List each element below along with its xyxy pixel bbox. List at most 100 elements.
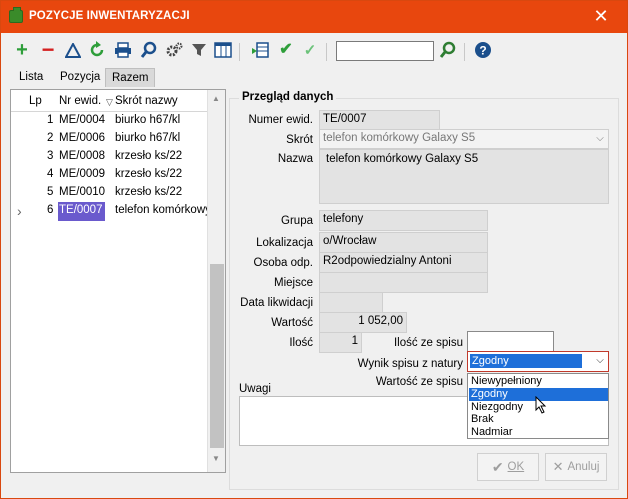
cell-nr: ME/0010 bbox=[59, 186, 106, 198]
toolbar: + − ✔ ✓ ? bbox=[1, 34, 627, 66]
wynik-select[interactable]: Zgodny ⌵ bbox=[467, 351, 609, 372]
chevron-down-icon[interactable]: ⌵ bbox=[594, 133, 606, 145]
column-header-nr[interactable]: Nr ewid. bbox=[59, 95, 101, 107]
scroll-up-icon[interactable]: ▲ bbox=[212, 94, 220, 103]
close-button[interactable]: ✕ bbox=[589, 7, 613, 27]
warning-icon[interactable] bbox=[63, 40, 83, 60]
numer-label: Numer ewid. bbox=[248, 114, 313, 126]
lokalizacja-field: o/Wrocław bbox=[319, 232, 488, 253]
grupa-field: telefony bbox=[319, 210, 488, 231]
briefcase-icon bbox=[9, 7, 23, 23]
cell-lp: 1 bbox=[47, 114, 54, 126]
osoba-field: R2odpowiedzialny Antoni bbox=[319, 252, 488, 273]
table-row[interactable]: 3 ME/0008 krzesło ks/22 bbox=[11, 148, 207, 166]
cell-skrot: telefon komórkowy bbox=[115, 204, 211, 216]
option-niewypelniony[interactable]: Niewypełniony bbox=[469, 375, 608, 388]
ilosc-spisu-label: Ilość ze spisu bbox=[393, 337, 463, 349]
scroll-down-icon[interactable]: ▼ bbox=[212, 454, 220, 463]
tab-pozycja[interactable]: Pozycja bbox=[54, 68, 106, 87]
cell-skrot: krzesło ks/22 bbox=[115, 168, 183, 180]
cell-nr: ME/0004 bbox=[59, 114, 106, 126]
option-brak[interactable]: Brak bbox=[469, 413, 608, 426]
scroll-thumb[interactable] bbox=[210, 264, 224, 448]
cell-lp: 3 bbox=[47, 150, 54, 162]
miejsce-field bbox=[319, 272, 488, 293]
option-nadmiar[interactable]: Nadmiar bbox=[469, 426, 608, 439]
cell-lp: 2 bbox=[47, 132, 54, 144]
nazwa-field: telefon komórkowy Galaxy S5 bbox=[319, 149, 609, 204]
cell-skrot: biurko h67/kl bbox=[115, 114, 181, 126]
miejsce-label: Miejsce bbox=[274, 277, 313, 289]
settings-icon[interactable] bbox=[164, 40, 184, 60]
remove-icon[interactable]: − bbox=[38, 39, 58, 61]
table-row[interactable]: 5 ME/0010 krzesło ks/22 bbox=[11, 184, 207, 202]
ilosc-spisu-input[interactable] bbox=[467, 331, 554, 352]
ilosc-field: 1 bbox=[319, 332, 362, 353]
refresh-icon[interactable] bbox=[87, 40, 107, 60]
tab-razem[interactable]: Razem bbox=[105, 68, 156, 87]
row-indicator-icon: › bbox=[17, 203, 22, 219]
data-likwidacji-label: Data likwidacji bbox=[240, 297, 313, 309]
columns-icon[interactable] bbox=[213, 40, 233, 60]
cell-lp: 5 bbox=[47, 186, 54, 198]
search-input[interactable] bbox=[336, 41, 434, 61]
data-likwidacji-field bbox=[319, 292, 383, 313]
check-icon: ✔ bbox=[491, 458, 504, 475]
grid-scrollbar[interactable]: ▲ ▼ bbox=[207, 90, 225, 472]
sort-desc-icon: ▽ bbox=[106, 97, 113, 107]
cancel-button[interactable]: ✕ Anuluj bbox=[545, 453, 607, 481]
cell-lp: 4 bbox=[47, 168, 54, 180]
ilosc-label: Ilość bbox=[289, 337, 313, 349]
table-row[interactable]: 1 ME/0004 biurko h67/kl bbox=[11, 112, 207, 130]
column-header-skrot[interactable]: Skrót nazwy bbox=[115, 95, 178, 107]
wartosc-label: Wartość bbox=[271, 317, 313, 329]
grupa-label: Grupa bbox=[281, 215, 313, 227]
chevron-down-icon[interactable]: ⌵ bbox=[594, 355, 606, 367]
help-icon[interactable]: ? bbox=[473, 40, 493, 60]
cell-nr: ME/0006 bbox=[59, 132, 106, 144]
group-title: Przegląd danych bbox=[239, 91, 337, 103]
uwagi-label: Uwagi bbox=[239, 383, 271, 395]
wartosc-field: 1 052,00 bbox=[319, 312, 407, 333]
table-row[interactable]: 2 ME/0006 biurko h67/kl bbox=[11, 130, 207, 148]
wartosc-spisu-label: Wartość ze spisu bbox=[375, 376, 463, 388]
dialog-window: POZYCJE INWENTARYZACJI ✕ + − ✔ ✓ ? Lista… bbox=[0, 0, 628, 499]
positions-grid: Lp Nr ewid. ▽ Skrót nazwy 1 ME/0004 biur… bbox=[10, 89, 226, 473]
wynik-value: Zgodny bbox=[470, 354, 582, 368]
cell-skrot: krzesło ks/22 bbox=[115, 186, 183, 198]
search-icon[interactable] bbox=[139, 40, 159, 60]
cell-skrot: krzesło ks/22 bbox=[115, 150, 183, 162]
svg-text:?: ? bbox=[479, 44, 486, 58]
toolbar-separator bbox=[464, 43, 465, 61]
tab-lista[interactable]: Lista bbox=[13, 68, 49, 87]
cancel-label: Anuluj bbox=[567, 461, 600, 473]
skrot-select[interactable]: telefon komórkowy Galaxy S5 ⌵ bbox=[319, 129, 609, 149]
toolbar-separator bbox=[326, 43, 327, 61]
check-light-icon[interactable]: ✓ bbox=[300, 40, 320, 60]
cancel-icon: ✕ bbox=[552, 459, 564, 474]
ok-button[interactable]: ✔ OK bbox=[477, 453, 539, 481]
check-icon[interactable]: ✔ bbox=[276, 40, 296, 60]
grid-header: Lp Nr ewid. ▽ Skrót nazwy bbox=[11, 90, 207, 112]
wynik-label: Wynik spisu z natury bbox=[357, 358, 463, 370]
filter-icon[interactable] bbox=[189, 40, 209, 60]
numer-field: TE/0007 bbox=[319, 110, 440, 130]
lokalizacja-label: Lokalizacja bbox=[256, 237, 313, 249]
import-icon[interactable] bbox=[250, 40, 270, 60]
cell-skrot: biurko h67/kl bbox=[115, 132, 181, 144]
cell-nr: TE/0007 bbox=[58, 202, 105, 221]
cell-lp: 6 bbox=[47, 204, 54, 216]
osoba-label: Osoba odp. bbox=[253, 257, 313, 269]
mouse-cursor-icon bbox=[535, 396, 547, 414]
title-bar[interactable]: POZYCJE INWENTARYZACJI ✕ bbox=[1, 1, 627, 33]
table-row[interactable]: 4 ME/0009 krzesło ks/22 bbox=[11, 166, 207, 184]
skrot-value: telefon komórkowy Galaxy S5 bbox=[323, 132, 476, 144]
window-title: POZYCJE INWENTARYZACJI bbox=[29, 10, 190, 22]
table-row-selected[interactable]: › 6 TE/0007 telefon komórkowy bbox=[11, 202, 211, 222]
column-header-lp[interactable]: Lp bbox=[29, 95, 42, 107]
find-icon[interactable] bbox=[438, 40, 458, 60]
cell-nr: ME/0009 bbox=[59, 168, 106, 180]
ok-label: OK bbox=[507, 461, 525, 473]
print-icon[interactable] bbox=[113, 40, 133, 60]
add-icon[interactable]: + bbox=[12, 40, 32, 60]
